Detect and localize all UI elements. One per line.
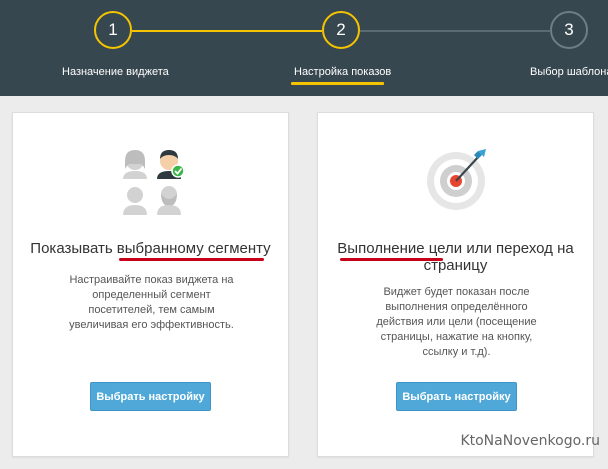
target-icon — [422, 145, 498, 220]
goal-card-description: Виджет будет показан после выполнения оп… — [376, 286, 537, 358]
site-watermark: KtoNaNovenkogo.ru — [460, 433, 600, 449]
step-3-label[interactable]: Выбор шаблона — [530, 66, 608, 78]
segment-option-card: Показывать выбранному сегменту Настраива… — [12, 112, 289, 457]
wizard-stepper: 1 Назначение виджета 2 Настройка показов… — [0, 0, 608, 96]
users-segment-icon — [117, 147, 193, 220]
segment-card-title: Показывать выбранному сегменту — [30, 240, 271, 257]
red-annotation-underline — [340, 258, 443, 261]
step-2-label[interactable]: Настройка показов — [294, 66, 391, 78]
step-2-circle[interactable]: 2 — [322, 11, 360, 49]
goal-card-title: Выполнение цели или переход на страницу — [337, 240, 574, 274]
step-3-circle[interactable]: 3 — [550, 11, 588, 49]
step-connector-1-2 — [132, 30, 322, 32]
step-1-circle[interactable]: 1 — [94, 11, 132, 49]
segment-select-button[interactable]: Выбрать настройку — [90, 382, 211, 411]
step-connector-2-3 — [360, 30, 550, 32]
goal-option-card: Выполнение цели или переход на страницу … — [317, 112, 594, 457]
active-step-underline — [291, 82, 384, 85]
goal-select-button[interactable]: Выбрать настройку — [396, 382, 517, 411]
red-annotation-underline — [119, 258, 264, 261]
segment-card-description: Настраивайте показ виджета на определенн… — [69, 274, 234, 331]
step-1-label[interactable]: Назначение виджета — [62, 66, 169, 78]
